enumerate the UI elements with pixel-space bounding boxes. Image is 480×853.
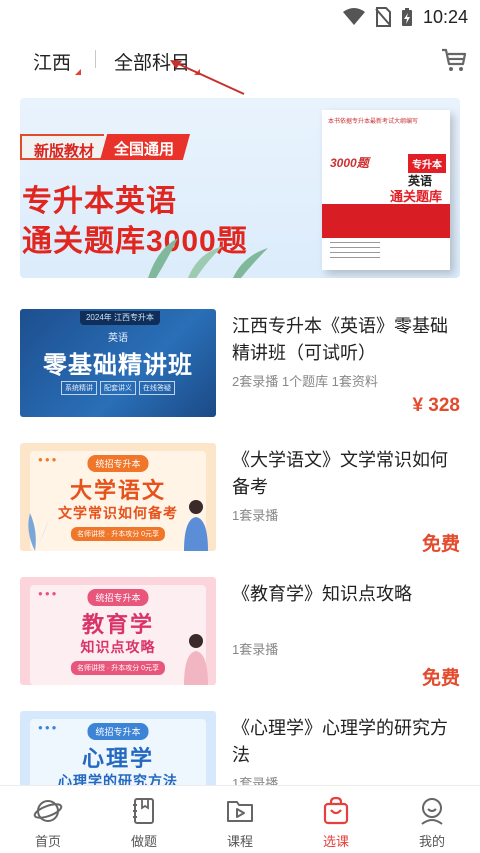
plant-icon (28, 513, 48, 551)
course-title: 《大学语文》文学常识如何备考 (232, 450, 448, 497)
subject-label: 全部科目 (114, 53, 191, 74)
shopping-bag-icon (323, 796, 349, 825)
province-label: 江西 (33, 53, 72, 74)
book-series: 3000题 (330, 156, 369, 170)
person-illustration-icon (184, 500, 208, 551)
tab-select-course[interactable]: 选课 (288, 786, 384, 853)
thumb-chip: 系统精讲 (61, 381, 97, 395)
tab-label: 首页 (34, 834, 61, 849)
course-item[interactable]: ●●● 统招专升本 大学语文 文学常识如何备考 名师讲授 · 升本攻分 0元享 … (0, 429, 480, 555)
course-meta: 2套录播 1个题库 1套资料 (232, 374, 378, 389)
subject-filter[interactable]: 全部科目 (114, 48, 201, 75)
banner-title-line1: 专升本英语 (22, 185, 177, 218)
status-bar: 10:24 (0, 0, 480, 34)
thumb-headline: 心理学 (81, 746, 154, 771)
wifi-icon (342, 8, 365, 25)
battery-charging-icon (401, 8, 412, 26)
notebook-icon (133, 798, 154, 824)
dropdown-triangle-icon (194, 69, 201, 75)
tab-label: 课程 (226, 834, 253, 849)
course-thumbnail: ●●● 统招专升本 大学语文 文学常识如何备考 名师讲授 · 升本攻分 0元享 (20, 443, 216, 551)
thumb-chips: 系统精讲 配套讲义 在线答疑 (20, 381, 216, 395)
tab-practice[interactable]: 做题 (96, 786, 192, 853)
course-price: ¥ 328 (412, 395, 460, 416)
promo-banner[interactable]: 新版教材 全国通用 专升本英语 通关题库 3000题 本书依据专升本最新考试大纲编… (20, 98, 460, 278)
course-thumbnail: ●●● 统招专升本 教育学 知识点攻略 名师讲授 · 升本攻分 0元享 (20, 577, 216, 685)
book-text-lines (330, 242, 380, 260)
filter-bar: 江西 全部科目 (0, 40, 480, 82)
no-sim-icon (375, 7, 391, 27)
thumb-chip: 配套讲义 (100, 381, 136, 395)
course-price: 免费 (421, 668, 460, 689)
book-illustration (322, 204, 450, 238)
banner-badges: 新版教材 全国通用 (20, 134, 191, 160)
book-name: 通关题库 (389, 189, 442, 204)
course-item[interactable]: 2024年 江西专升本 英语 零基础精讲班 系统精讲 配套讲义 在线答疑 江西专… (0, 295, 480, 417)
dots-icon: ●●● (38, 723, 59, 732)
province-filter[interactable]: 江西 (33, 48, 82, 75)
planet-icon (33, 800, 63, 822)
thumb-footer: 名师讲授 · 升本攻分 0元享 (70, 661, 166, 675)
thumb-ribbon: 统招专升本 (87, 455, 149, 472)
tab-label: 我的 (418, 834, 445, 849)
leaves-icon (148, 238, 268, 278)
book-header: 本书依据专升本最新考试大纲编写 (328, 119, 419, 125)
clock: 10:24 (422, 6, 468, 27)
dropdown-triangle-icon (75, 69, 82, 75)
course-meta: 1套录播 (232, 508, 279, 523)
course-meta: 1套录播 (232, 642, 279, 657)
dots-icon: ●●● (38, 589, 59, 598)
thumb-headline: 零基础精讲班 (43, 350, 193, 379)
course-price: 免费 (421, 534, 460, 555)
filter-divider (95, 50, 96, 68)
tab-label: 选课 (322, 834, 349, 849)
tab-courses[interactable]: 课程 (192, 786, 288, 853)
thumb-ribbon: 统招专升本 (87, 589, 149, 606)
book-tag: 专升本 (408, 154, 446, 173)
user-icon (421, 798, 443, 825)
cart-icon[interactable] (440, 46, 468, 74)
course-title: 《教育学》知识点攻略 (232, 584, 412, 604)
badge-new-edition: 新版教材 (20, 134, 105, 160)
course-item[interactable]: ●●● 统招专升本 教育学 知识点攻略 名师讲授 · 升本攻分 0元享 《教育学… (0, 563, 480, 689)
thumb-ribbon: 统招专升本 (87, 723, 149, 740)
play-icon (227, 801, 253, 822)
course-thumbnail: 2024年 江西专升本 英语 零基础精讲班 系统精讲 配套讲义 在线答疑 (20, 309, 216, 417)
dots-icon: ●●● (38, 455, 59, 464)
thumb-footer: 名师讲授 · 升本攻分 0元享 (70, 527, 166, 541)
thumb-year: 2024年 江西专升本 (80, 311, 160, 325)
book-cover: 本书依据专升本最新考试大纲编写 3000题 专升本 英语 通关题库 (322, 110, 450, 270)
badge-nationwide: 全国通用 (100, 134, 191, 160)
course-title: 江西专升本《英语》零基础精讲班（可试听） (232, 316, 448, 363)
bottom-tab-bar: 首页 做题 课程 选课 我的 (0, 785, 480, 853)
thumb-subject: 英语 (108, 333, 128, 344)
tab-mine[interactable]: 我的 (384, 786, 480, 853)
course-title: 《心理学》心理学的研究方法 (232, 718, 448, 765)
tab-label: 做题 (130, 834, 157, 849)
person-illustration-icon (184, 634, 208, 685)
tab-home[interactable]: 首页 (0, 786, 96, 853)
thumb-chip: 在线答疑 (139, 381, 175, 395)
